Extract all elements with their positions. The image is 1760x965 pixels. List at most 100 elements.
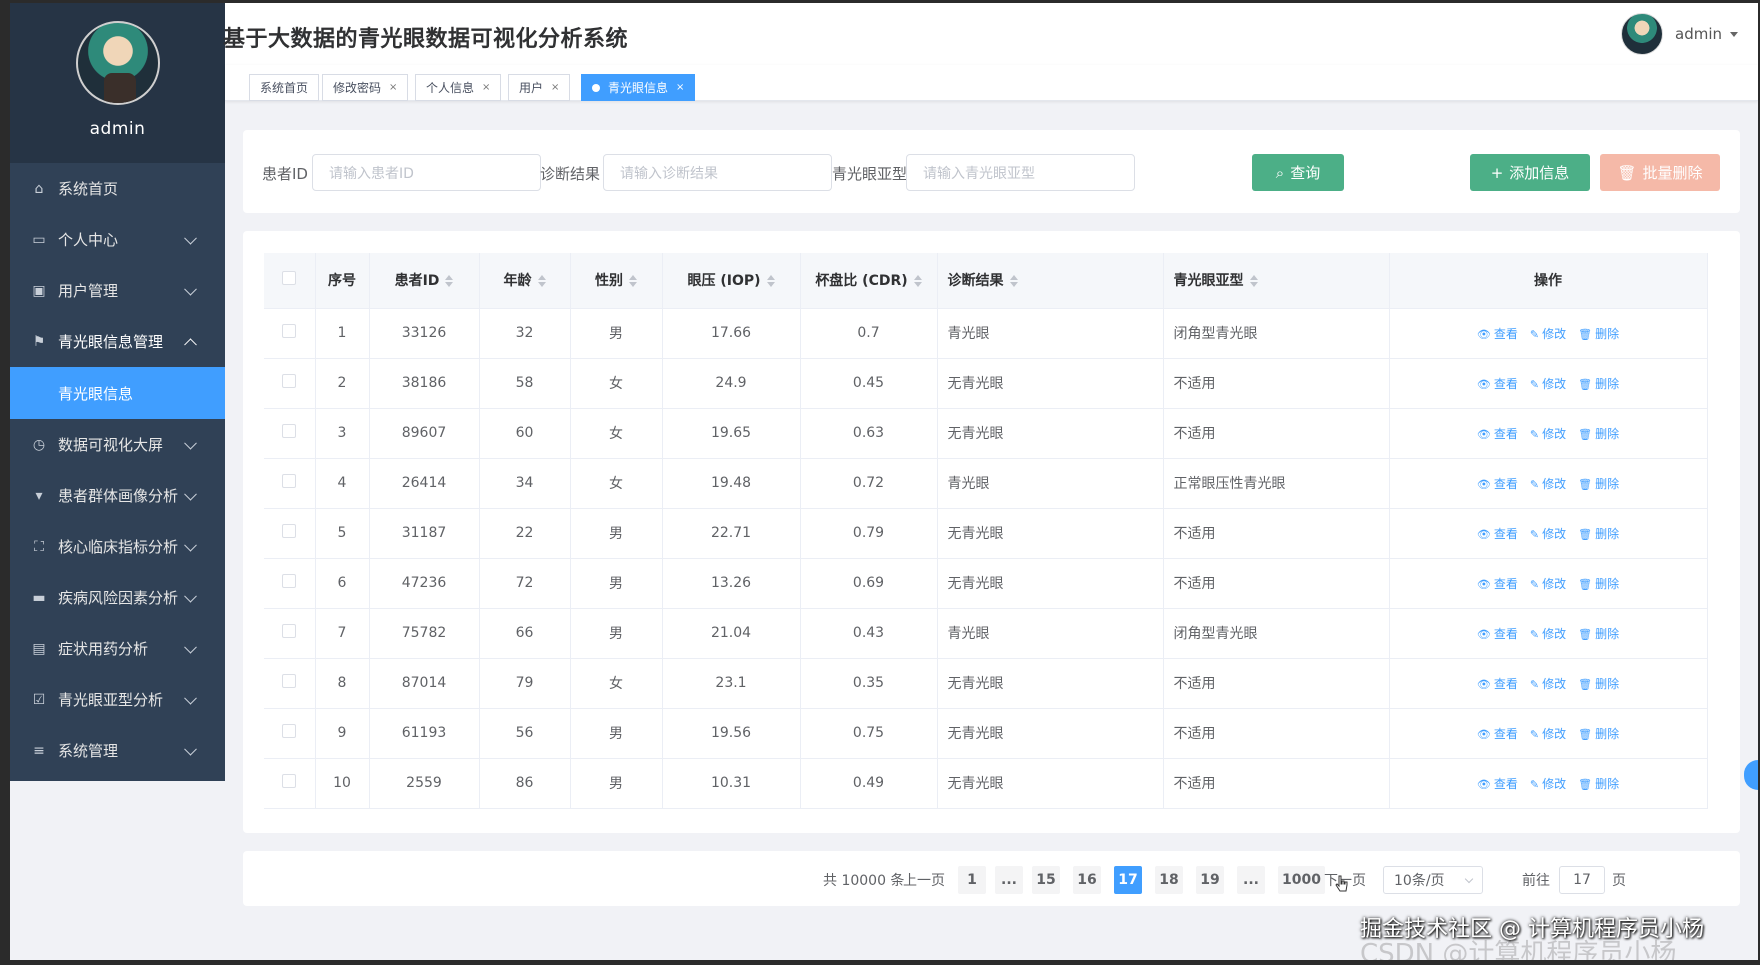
sort-icon[interactable]	[537, 275, 546, 288]
page-size-select[interactable]: 10条/页	[1383, 866, 1483, 894]
batch-delete-button[interactable]: 🗑 批量删除	[1600, 154, 1720, 191]
col-gender[interactable]: 性别	[570, 253, 663, 309]
edit-button[interactable]: ✎ 修改	[1530, 527, 1566, 541]
avatar[interactable]	[1621, 13, 1663, 55]
query-button[interactable]: ⌕ 查询	[1252, 154, 1344, 191]
goto-page-input[interactable]: 17	[1559, 866, 1605, 894]
select-all-checkbox[interactable]	[282, 271, 297, 286]
sidebar-item-risk-factors[interactable]: ▬ 疾病风险因素分析	[10, 572, 225, 623]
delete-button[interactable]: 🗑 删除	[1578, 577, 1619, 591]
user-menu[interactable]: admin	[1621, 13, 1738, 55]
row-checkbox[interactable]	[282, 474, 297, 488]
sort-icon[interactable]	[766, 275, 775, 288]
sort-icon[interactable]	[1249, 275, 1258, 288]
tag-personal-info[interactable]: 个人信息 ×	[415, 74, 502, 101]
page-ellipsis[interactable]: ...	[1237, 866, 1265, 894]
sidebar-item-glaucoma-management[interactable]: ⚑ 青光眼信息管理	[10, 316, 225, 367]
subtype-input[interactable]: 请输入青光眼亚型	[906, 154, 1135, 191]
row-checkbox-cell[interactable]	[264, 608, 316, 659]
close-icon[interactable]: ×	[389, 82, 397, 93]
col-age[interactable]: 年龄	[479, 253, 571, 309]
sidebar-subitem-glaucoma-info[interactable]: 青光眼信息	[10, 367, 225, 419]
page-button[interactable]: 18	[1155, 866, 1183, 894]
close-icon[interactable]: ×	[482, 82, 490, 93]
delete-button[interactable]: 🗑 删除	[1578, 777, 1619, 791]
drawer-toggle-tab[interactable]	[1744, 760, 1758, 790]
delete-button[interactable]: 🗑 删除	[1578, 527, 1619, 541]
view-button[interactable]: 👁 查看	[1477, 427, 1518, 441]
row-checkbox-cell[interactable]	[264, 558, 316, 609]
page-button[interactable]: 19	[1196, 866, 1224, 894]
view-button[interactable]: 👁 查看	[1477, 477, 1518, 491]
sidebar-item-dashboard[interactable]: ◷ 数据可视化大屏	[10, 419, 225, 470]
add-info-button[interactable]: + 添加信息	[1470, 154, 1590, 191]
view-button[interactable]: 👁 查看	[1477, 777, 1518, 791]
sidebar-item-user-management[interactable]: ▣ 用户管理	[10, 265, 225, 316]
sort-icon[interactable]	[629, 275, 637, 288]
row-checkbox-cell[interactable]	[264, 408, 316, 459]
view-button[interactable]: 👁 查看	[1477, 727, 1518, 741]
select-all-checkbox-cell[interactable]	[264, 253, 316, 309]
avatar[interactable]	[75, 21, 160, 105]
row-checkbox[interactable]	[282, 374, 297, 388]
view-button[interactable]: 👁 查看	[1477, 677, 1518, 691]
page-ellipsis[interactable]: ...	[995, 866, 1023, 894]
sort-icon[interactable]	[913, 275, 922, 288]
view-button[interactable]: 👁 查看	[1477, 377, 1518, 391]
sidebar-item-system-management[interactable]: ≡ 系统管理	[10, 725, 225, 776]
edit-button[interactable]: ✎ 修改	[1530, 327, 1566, 341]
delete-button[interactable]: 🗑 删除	[1578, 327, 1619, 341]
row-checkbox[interactable]	[282, 674, 297, 688]
sidebar-item-symptom-medication[interactable]: ▤ 症状用药分析	[10, 623, 225, 674]
row-checkbox[interactable]	[282, 524, 297, 538]
col-patient-id[interactable]: 患者ID	[369, 253, 480, 309]
caret-down-icon[interactable]	[1730, 31, 1738, 37]
col-iop[interactable]: 眼压 (IOP)	[662, 253, 801, 309]
close-icon[interactable]: ×	[551, 82, 559, 93]
edit-button[interactable]: ✎ 修改	[1530, 477, 1566, 491]
edit-button[interactable]: ✎ 修改	[1530, 727, 1566, 741]
user-name[interactable]: admin	[1675, 25, 1722, 43]
sort-icon[interactable]	[445, 275, 454, 288]
edit-button[interactable]: ✎ 修改	[1530, 777, 1566, 791]
sidebar-item-patient-profile[interactable]: ▾ 患者群体画像分析	[10, 470, 225, 521]
tag-home[interactable]: 系统首页	[249, 74, 320, 101]
view-button[interactable]: 👁 查看	[1477, 327, 1518, 341]
row-checkbox-cell[interactable]	[264, 308, 316, 359]
sidebar-item-personal-center[interactable]: ▭ 个人中心	[10, 214, 225, 265]
sidebar-item-subtype-analysis[interactable]: ☑ 青光眼亚型分析	[10, 674, 225, 725]
delete-button[interactable]: 🗑 删除	[1578, 727, 1619, 741]
view-button[interactable]: 👁 查看	[1477, 527, 1518, 541]
row-checkbox-cell[interactable]	[264, 708, 316, 759]
tag-glaucoma-info[interactable]: 青光眼信息 ×	[581, 74, 696, 101]
row-checkbox[interactable]	[282, 424, 297, 438]
row-checkbox[interactable]	[282, 724, 297, 738]
page-button-current[interactable]: 17	[1114, 866, 1142, 894]
patient-id-input[interactable]: 请输入患者ID	[312, 154, 541, 191]
row-checkbox-cell[interactable]	[264, 658, 316, 709]
page-button[interactable]: 15	[1032, 866, 1060, 894]
delete-button[interactable]: 🗑 删除	[1578, 427, 1619, 441]
page-button[interactable]: 1000	[1278, 866, 1325, 894]
delete-button[interactable]: 🗑 删除	[1578, 627, 1619, 641]
row-checkbox-cell[interactable]	[264, 358, 316, 409]
diagnosis-input[interactable]: 请输入诊断结果	[603, 154, 832, 191]
page-button[interactable]: 1	[958, 866, 986, 894]
col-diagnosis[interactable]: 诊断结果	[937, 253, 1164, 309]
edit-button[interactable]: ✎ 修改	[1530, 577, 1566, 591]
col-cdr[interactable]: 杯盘比 (CDR)	[800, 253, 938, 309]
edit-button[interactable]: ✎ 修改	[1530, 427, 1566, 441]
delete-button[interactable]: 🗑 删除	[1578, 677, 1619, 691]
tag-change-password[interactable]: 修改密码 ×	[322, 74, 409, 101]
page-button[interactable]: 16	[1073, 866, 1101, 894]
edit-button[interactable]: ✎ 修改	[1530, 377, 1566, 391]
row-checkbox-cell[interactable]	[264, 458, 316, 509]
prev-page-button[interactable]: 上一页	[903, 866, 945, 894]
delete-button[interactable]: 🗑 删除	[1578, 477, 1619, 491]
tag-user[interactable]: 用户 ×	[508, 74, 571, 101]
sidebar-item-clinical-metrics[interactable]: ⛶ 核心临床指标分析	[10, 521, 225, 572]
edit-button[interactable]: ✎ 修改	[1530, 677, 1566, 691]
row-checkbox-cell[interactable]	[264, 508, 316, 559]
sort-icon[interactable]	[1009, 275, 1018, 288]
sidebar-item-home[interactable]: ⌂ 系统首页	[10, 163, 225, 214]
